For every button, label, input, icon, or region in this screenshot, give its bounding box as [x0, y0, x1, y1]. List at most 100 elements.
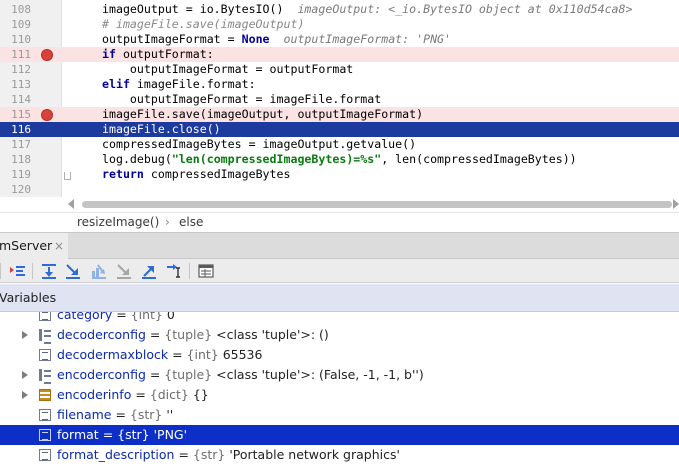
scroll-left-icon[interactable]: [68, 199, 74, 209]
variable-type: {int}: [130, 312, 163, 322]
horizontal-scrollbar[interactable]: [0, 197, 679, 212]
variable-value: '': [166, 407, 174, 422]
code-line[interactable]: 111 if outputFormat:: [0, 47, 679, 62]
line-number[interactable]: 108: [0, 2, 31, 17]
equals-sign: =: [174, 447, 193, 462]
variable-text: encoderinfo = {dict} {}: [57, 385, 209, 405]
expand-arrow-icon[interactable]: [22, 391, 28, 399]
scroll-right-icon[interactable]: [673, 199, 679, 209]
code-token: None: [241, 32, 270, 46]
show-execution-point-icon[interactable]: [9, 262, 27, 280]
value-type-icon: [39, 312, 51, 321]
breakpoint-icon[interactable]: [41, 109, 53, 121]
step-over-icon[interactable]: [40, 262, 58, 280]
variable-row[interactable]: encoderinfo = {dict} {}: [0, 385, 679, 405]
variable-type: {tuple}: [164, 327, 213, 342]
variable-name: decodermaxblock: [57, 347, 169, 362]
code-token: outputImageFormat =: [102, 32, 242, 46]
code-text: imageFile.save(imageOutput, outputImageF…: [102, 107, 423, 122]
evaluate-expression-icon[interactable]: [197, 262, 215, 280]
line-number[interactable]: 117: [0, 137, 31, 152]
tuple-type-icon: [39, 329, 51, 344]
code-line[interactable]: 110 outputImageFormat = None outputImageF…: [0, 32, 679, 47]
code-token: "len(compressedImageBytes)=%s": [171, 152, 382, 166]
step-out-icon[interactable]: [140, 262, 158, 280]
expand-arrow-icon[interactable]: [22, 331, 28, 339]
toolbar-separator: [32, 263, 33, 279]
code-line[interactable]: 115 imageFile.save(imageOutput, outputIma…: [0, 107, 679, 122]
variable-name: category: [57, 312, 113, 322]
code-text: return compressedImageBytes: [102, 167, 290, 182]
variable-row[interactable]: decoderconfig = {tuple} <class 'tuple'>:…: [0, 325, 679, 345]
equals-sign: =: [98, 427, 118, 442]
variable-type: {int}: [186, 347, 219, 362]
variable-row[interactable]: category = {int} 0: [0, 312, 679, 325]
code-text: compressedImageBytes = imageOutput.getva…: [102, 137, 416, 152]
code-editor[interactable]: 108 imageOutput = io.BytesIO() imageOutpu…: [0, 0, 679, 212]
line-number[interactable]: 118: [0, 152, 31, 167]
equals-sign: =: [145, 367, 165, 382]
code-line[interactable]: 118 log.debug("len(compressedImageBytes)=…: [0, 152, 679, 167]
variable-name: format_description: [57, 447, 175, 462]
step-into-icon[interactable]: [64, 262, 82, 280]
code-line[interactable]: 116 imageFile.close(): [0, 122, 679, 137]
line-number[interactable]: 116: [0, 122, 31, 137]
variable-name: decoderconfig: [57, 327, 146, 342]
code-token: compressedImageBytes: [143, 167, 291, 181]
line-number[interactable]: 112: [0, 62, 31, 77]
line-number[interactable]: 120: [0, 182, 31, 197]
line-number[interactable]: 115: [0, 107, 31, 122]
equals-sign: =: [131, 387, 150, 402]
line-number[interactable]: 110: [0, 32, 31, 47]
breakpoint-icon[interactable]: [41, 49, 53, 61]
code-token: imageFile.close(): [102, 122, 221, 136]
line-number[interactable]: 111: [0, 47, 31, 62]
line-number[interactable]: 109: [0, 17, 31, 32]
equals-sign: =: [112, 312, 131, 322]
variable-name: format: [57, 427, 99, 442]
variables-tree[interactable]: category = {int} 0 decoderconfig = {tuple…: [0, 312, 679, 471]
code-token: imageFile.format:: [129, 77, 256, 91]
code-text: outputImageFormat = imageFile.format: [102, 92, 381, 107]
code-line[interactable]: 108 imageOutput = io.BytesIO() imageOutpu…: [0, 2, 679, 17]
close-icon[interactable]: ×: [54, 233, 64, 259]
expand-arrow-icon[interactable]: [22, 371, 28, 379]
variable-row[interactable]: decodermaxblock = {int} 65536: [0, 345, 679, 365]
code-text: if outputFormat:: [102, 47, 214, 62]
variable-value: <class 'tuple'>: (): [216, 327, 329, 342]
code-token: outputImageFormat = imageFile.format: [102, 92, 382, 106]
code-token: log.debug(: [102, 152, 172, 166]
variable-name: encoderconfig: [57, 367, 146, 382]
code-line[interactable]: 109 # imageFile.save(imageOutput): [0, 17, 679, 32]
breadcrumb-function[interactable]: resizeImage(): [77, 213, 159, 232]
variable-row[interactable]: filename = {str} '': [0, 405, 679, 425]
code-line[interactable]: 113 elif imageFile.format:: [0, 77, 679, 92]
variables-panel-header[interactable]: Variables: [0, 284, 679, 312]
code-text: log.debug("len(compressedImageBytes)=%s"…: [102, 152, 577, 167]
scrollbar-thumb[interactable]: [82, 201, 672, 208]
line-number[interactable]: 114: [0, 92, 31, 107]
code-line[interactable]: 114 outputImageFormat = imageFile.format: [0, 92, 679, 107]
code-token: elif: [102, 77, 130, 91]
variable-text: filename = {str} '': [57, 405, 173, 425]
run-to-cursor-icon[interactable]: [165, 262, 183, 280]
step-into-my-code-icon[interactable]: [90, 262, 108, 280]
line-number[interactable]: 119: [0, 167, 31, 182]
code-line[interactable]: 112 outputImageFormat = outputFormat: [0, 62, 679, 77]
code-line[interactable]: 119 return compressedImageBytes: [0, 167, 679, 182]
variable-row[interactable]: format = {str} 'PNG': [0, 425, 679, 445]
line-number[interactable]: 113: [0, 77, 31, 92]
code-text: imageFile.close(): [102, 122, 221, 137]
variable-row[interactable]: encoderconfig = {tuple} <class 'tuple'>:…: [0, 365, 679, 385]
variable-value: {}: [192, 387, 209, 402]
breadcrumb-block[interactable]: else: [179, 213, 203, 232]
tab-debug-session[interactable]: mServer ×: [0, 233, 68, 259]
fold-marker-icon[interactable]: [64, 172, 71, 180]
toolbar-separator: [0, 263, 1, 279]
variable-row[interactable]: format_description = {str} 'Portable net…: [0, 445, 679, 465]
code-line[interactable]: 117 compressedImageBytes = imageOutput.ge…: [0, 137, 679, 152]
variable-value: 'Portable network graphics': [229, 447, 400, 462]
force-step-into-icon[interactable]: [115, 262, 133, 280]
code-text: outputImageFormat = outputFormat: [102, 62, 353, 77]
code-line[interactable]: 120: [0, 182, 679, 197]
